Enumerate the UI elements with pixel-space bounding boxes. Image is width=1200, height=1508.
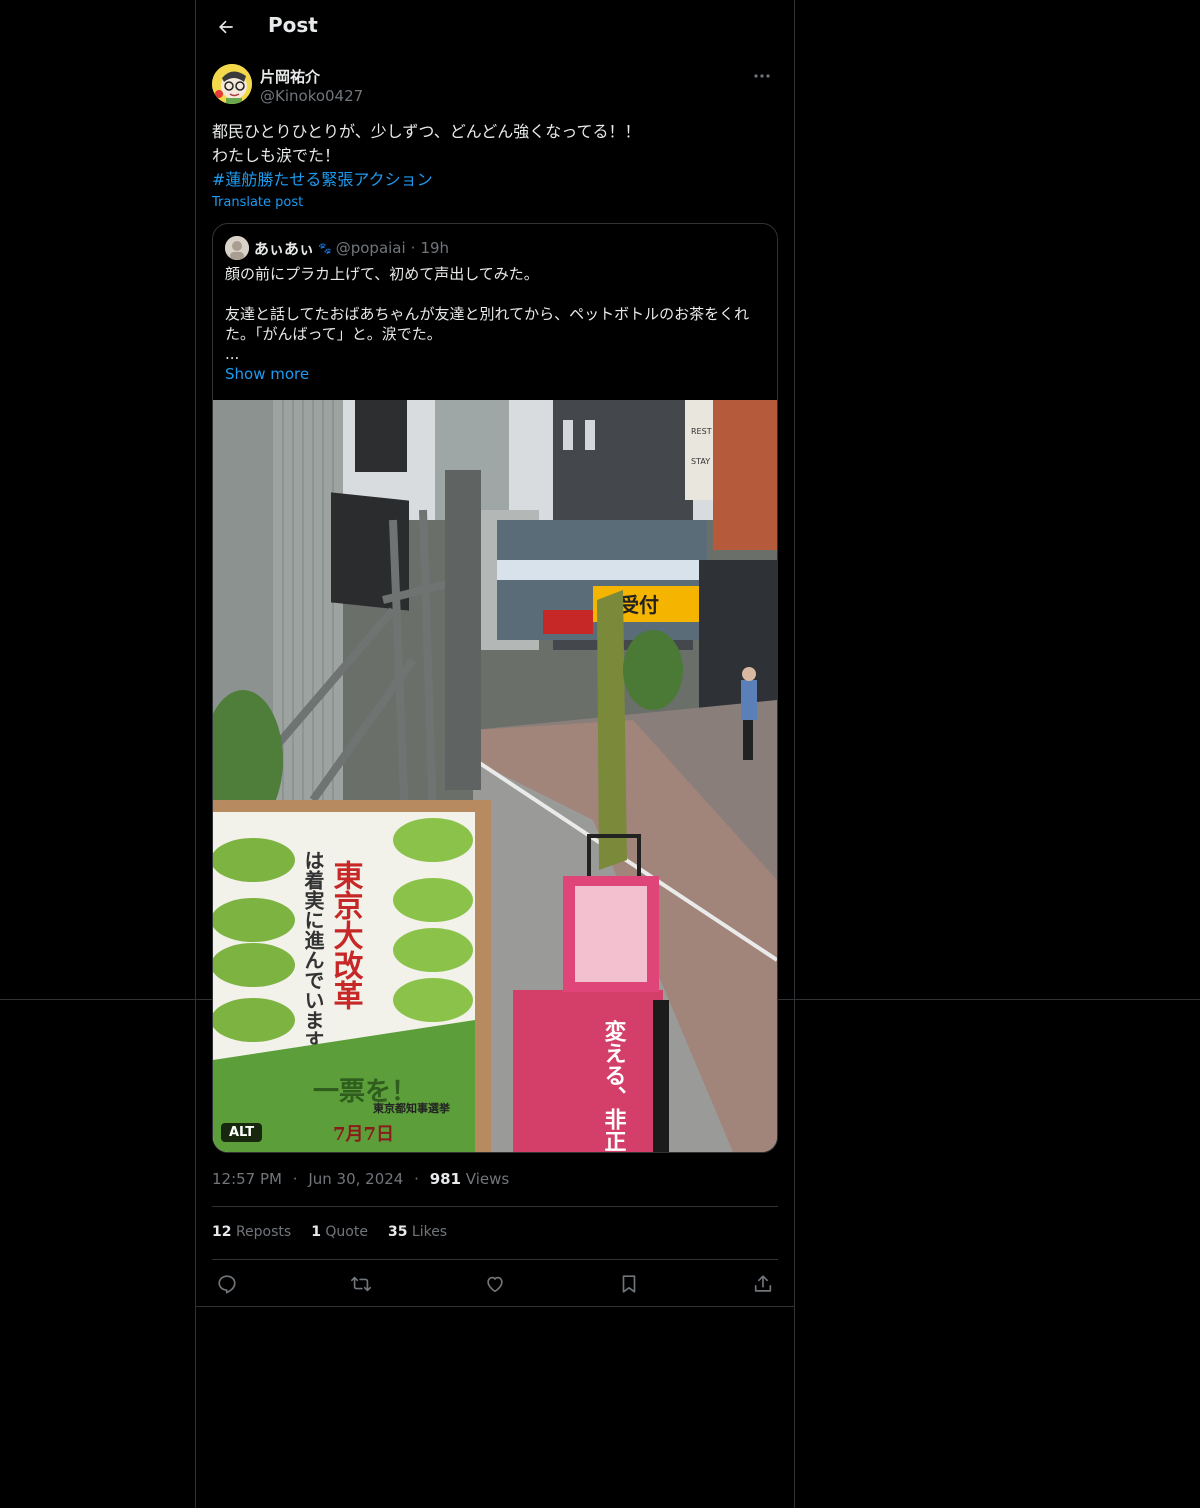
reposts-stat[interactable]: 12 Reposts — [212, 1224, 291, 1240]
poster-election-text: 東京都知事選挙 — [373, 1101, 451, 1115]
quoted-text: 顔の前にプラカ上げて、初めて声出してみた。 友達と話してたおばあちゃんが友達と別… — [225, 264, 765, 364]
meta-separator: · — [414, 1170, 419, 1188]
post-text: 都民ひとりひとりが、少しずつ、どんどん強くなってる！！ わたしも涙でた！ #蓮舫… — [212, 120, 778, 192]
quoted-text-line: 友達と話してたおばあちゃんが友達と別れてから、ペットボトルのお茶をくれ — [225, 305, 750, 323]
bookmark-icon — [618, 1273, 640, 1295]
likes-label: Likes — [411, 1224, 448, 1240]
author-name[interactable]: 片岡祐介 — [260, 66, 320, 87]
quoted-photo[interactable]: ん受付 REST ¥2,000 STAY ¥5,000 — [213, 400, 777, 1152]
quoted-text-line: た。「がんばって」と。涙でた。 — [225, 325, 442, 343]
post-header: Post — [196, 0, 794, 54]
quotes-stat[interactable]: 1 Quote — [311, 1224, 368, 1240]
post-column: Post 片岡祐介 @Kinoko0427 都民ひとりひとりが、少しずつ、どんど… — [195, 0, 795, 1508]
quotes-count: 1 — [311, 1224, 321, 1240]
like-button[interactable] — [479, 1268, 511, 1300]
author-handle[interactable]: @Kinoko0427 — [260, 87, 363, 105]
divider — [212, 1206, 778, 1207]
meta-separator: · — [410, 239, 416, 257]
meta-separator: · — [292, 1170, 298, 1188]
hashtag-link[interactable]: #蓮舫勝たせる緊張アクション — [212, 168, 778, 192]
views-count: 981 — [429, 1170, 461, 1188]
repost-button[interactable] — [345, 1268, 377, 1300]
share-icon — [752, 1273, 774, 1295]
quotes-label: Quote — [325, 1224, 368, 1240]
reply-button[interactable] — [211, 1268, 243, 1300]
divider — [196, 1306, 794, 1307]
back-button[interactable] — [208, 9, 244, 45]
post-text-line: 都民ひとりひとりが、少しずつ、どんどん強くなってる！！ — [212, 122, 641, 141]
show-more-link[interactable]: Show more — [225, 365, 309, 383]
poster-headline: 東京大改革 — [328, 860, 364, 1010]
bag-text: 変える、非正規労働者のために。 — [601, 1019, 628, 1152]
likes-stat[interactable]: 35 Likes — [388, 1224, 447, 1240]
post-time[interactable]: 12:57 PM — [212, 1170, 282, 1188]
quoted-post[interactable]: あぃあぃ 🐾 @popaiai · 19h 顔の前にプラカ上げて、初めて声出して… — [212, 223, 778, 1153]
engagement-stats: 12 Reposts 1 Quote 35 Likes — [212, 1224, 447, 1240]
share-button[interactable] — [747, 1268, 779, 1300]
like-icon — [484, 1273, 506, 1295]
quoted-author-name: あぃあぃ — [254, 239, 315, 258]
poster-subline: は着実に進んでいます！ — [301, 850, 325, 1070]
reposts-count: 12 — [212, 1224, 232, 1240]
likes-count: 35 — [387, 1224, 408, 1240]
quoted-text-line — [225, 284, 765, 304]
views-label: Views — [465, 1170, 510, 1188]
quoted-text-line: 顔の前にプラカ上げて、初めて声出してみた。 — [225, 265, 539, 283]
repost-icon — [350, 1273, 372, 1295]
translate-post-link[interactable]: Translate post — [212, 195, 303, 210]
quoted-text-line: ... — [225, 345, 240, 363]
more-button[interactable] — [746, 64, 778, 88]
arrow-left-icon — [216, 17, 236, 37]
post-date[interactable]: Jun 30, 2024 — [308, 1170, 403, 1188]
more-horizontal-icon — [754, 74, 770, 78]
page-title: Post — [268, 13, 318, 37]
quoted-avatar — [225, 236, 249, 260]
paw-icon: 🐾 — [318, 241, 332, 255]
avatar[interactable] — [212, 64, 252, 104]
alt-badge[interactable]: ALT — [221, 1123, 263, 1142]
action-bar — [212, 1268, 778, 1300]
bookmark-button[interactable] — [613, 1268, 645, 1300]
poster-date-text: 7月7日 — [333, 1124, 394, 1145]
quoted-time: 19h — [420, 239, 450, 257]
reposts-label: Reposts — [235, 1224, 292, 1240]
reply-icon — [216, 1273, 238, 1295]
quoted-author-handle: @popaiai — [335, 239, 406, 257]
quoted-post-header: あぃあぃ 🐾 @popaiai · 19h — [225, 236, 449, 260]
divider — [212, 1259, 778, 1260]
post-meta: 12:57 PM · Jun 30, 2024 · 981 Views — [212, 1170, 509, 1188]
post-text-line: わたしも涙でた！ — [212, 146, 341, 165]
post-author: 片岡祐介 @Kinoko0427 — [212, 64, 778, 108]
